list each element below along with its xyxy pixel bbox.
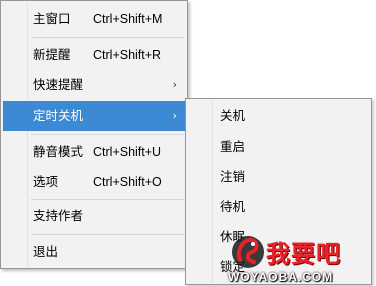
menu-item-exit[interactable]: 退出 bbox=[3, 237, 185, 267]
menu-item-label: 主窗口 bbox=[33, 11, 71, 26]
menu-separator bbox=[31, 37, 184, 38]
menu-item-new-reminder[interactable]: 新提醒 Ctrl+Shift+R bbox=[3, 40, 185, 70]
menu-item-shortcut: Ctrl+Shift+R bbox=[93, 48, 162, 62]
submenu-item-label: 休眠 bbox=[220, 229, 246, 244]
menu-item-scheduled-shutdown[interactable]: 定时关机 › bbox=[3, 101, 185, 131]
menu-separator bbox=[31, 134, 184, 135]
menu-item-label: 定时关机 bbox=[33, 108, 84, 123]
menu-item-label: 支持作者 bbox=[33, 208, 84, 223]
submenu-item-restart[interactable]: 重启 bbox=[188, 132, 369, 162]
shutdown-submenu: 关机 重启 注销 待机 休眠 锁定 bbox=[185, 98, 372, 285]
submenu-item-label: 重启 bbox=[220, 139, 246, 154]
context-menu: 主窗口 Ctrl+Shift+M 新提醒 Ctrl+Shift+R 快速提醒 ›… bbox=[0, 0, 188, 269]
submenu-item-label: 关机 bbox=[220, 108, 246, 123]
menu-item-label: 快速提醒 bbox=[33, 77, 84, 92]
submenu-item-label: 注销 bbox=[220, 169, 246, 184]
menu-item-support-author[interactable]: 支持作者 bbox=[3, 201, 185, 231]
submenu-item-hibernate[interactable]: 休眠 bbox=[188, 222, 369, 252]
submenu-item-standby[interactable]: 待机 bbox=[188, 192, 369, 222]
menu-item-quick-reminder[interactable]: 快速提醒 › bbox=[3, 70, 185, 100]
menu-item-label: 新提醒 bbox=[33, 47, 71, 62]
menu-separator bbox=[31, 234, 184, 235]
menu-separator bbox=[31, 199, 184, 200]
submenu-item-logoff[interactable]: 注销 bbox=[188, 162, 369, 192]
menu-item-shortcut: Ctrl+Shift+O bbox=[93, 175, 162, 189]
menu-item-options[interactable]: 选项 Ctrl+Shift+O bbox=[3, 167, 185, 197]
submenu-item-shutdown[interactable]: 关机 bbox=[188, 101, 369, 131]
menu-item-mute-mode[interactable]: 静音模式 Ctrl+Shift+U bbox=[3, 137, 185, 167]
menu-item-shortcut: Ctrl+Shift+M bbox=[93, 12, 163, 26]
submenu-arrow-icon: › bbox=[172, 109, 177, 122]
menu-item-label: 选项 bbox=[33, 174, 59, 189]
menu-item-label: 静音模式 bbox=[33, 144, 84, 159]
menu-item-label: 退出 bbox=[33, 244, 59, 259]
submenu-item-lock[interactable]: 锁定 bbox=[188, 252, 369, 282]
submenu-arrow-icon: › bbox=[172, 78, 177, 91]
menu-item-main-window[interactable]: 主窗口 Ctrl+Shift+M bbox=[3, 4, 185, 34]
submenu-item-label: 待机 bbox=[220, 199, 246, 214]
submenu-item-label: 锁定 bbox=[220, 259, 246, 274]
menu-item-shortcut: Ctrl+Shift+U bbox=[93, 145, 162, 159]
desktop: 主窗口 Ctrl+Shift+M 新提醒 Ctrl+Shift+R 快速提醒 ›… bbox=[0, 0, 376, 286]
